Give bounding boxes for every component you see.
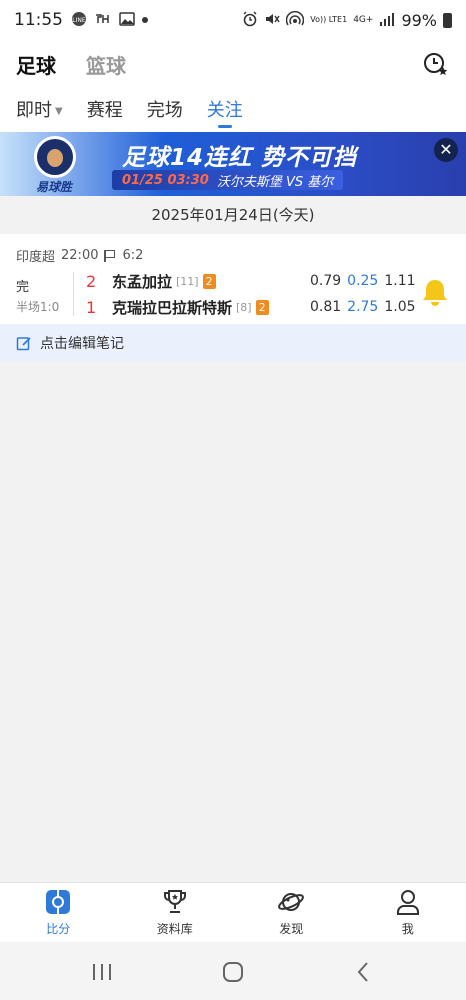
home-team-row: 2 东孟加拉 [11] 2 xyxy=(86,270,216,292)
tab-schedule[interactable]: 赛程 xyxy=(87,96,123,130)
sport-tab-football[interactable]: 足球 xyxy=(16,50,56,79)
away-team-row: 1 克瑞拉巴拉斯特斯 [8] 2 xyxy=(86,296,269,318)
match-card[interactable]: 印度超 22:00 6:2 完 半场1:0 2 东孟加拉 [11] 2 1 克瑞… xyxy=(0,234,466,324)
nav-database-label: 资料库 xyxy=(156,922,193,936)
tab-finished[interactable]: 完场 xyxy=(147,96,183,130)
gallery-icon xyxy=(119,11,135,30)
halftime-score: 半场1:0 xyxy=(16,300,60,314)
away-score: 1 xyxy=(86,297,97,317)
home-odds-2: 1.11 xyxy=(384,273,416,289)
nav-discover-label: 发现 xyxy=(279,922,304,936)
status-right: Vo)) LTE1 4G+ 99% xyxy=(242,10,452,30)
dot-icon xyxy=(142,17,148,23)
bottom-nav: 比分 资料库 发现 我 xyxy=(0,882,466,942)
away-card-badge: 2 xyxy=(255,299,269,315)
promo-banner[interactable]: 易球胜 足球14连红 势不可挡 01/25 03:30 沃尔夫斯堡 VS 基尔 … xyxy=(0,132,466,196)
sport-tab-basketball[interactable]: 篮球 xyxy=(86,50,126,79)
tab-live-label: 即时 xyxy=(16,100,52,121)
planet-icon xyxy=(278,893,305,911)
status-time: 11:55 xyxy=(14,10,63,30)
profile-icon xyxy=(396,890,419,915)
tab-live[interactable]: 即时 ▼ xyxy=(16,96,63,130)
match-tabs: 即时 ▼ 赛程 完场 关注 xyxy=(0,88,466,132)
nav-discover[interactable]: 发现 xyxy=(233,883,350,942)
svg-text:LINE: LINE xyxy=(72,17,86,24)
volte-icon: Vo)) LTE1 xyxy=(310,15,348,24)
away-odds-2: 1.05 xyxy=(384,299,416,315)
banner-avatar xyxy=(34,136,76,178)
4g-icon: 4G+ xyxy=(353,15,374,25)
home-score: 2 xyxy=(86,271,97,291)
date-header: 2025年01月24日(今天) xyxy=(0,196,466,234)
line-icon: LINE xyxy=(71,11,87,30)
nav-me[interactable]: 我 xyxy=(350,883,466,942)
bell-icon[interactable] xyxy=(418,276,452,310)
signal-icon xyxy=(379,12,395,29)
home-team-rank: [11] xyxy=(176,274,199,288)
divider xyxy=(73,272,74,316)
away-team-name: 克瑞拉巴拉斯特斯 xyxy=(112,298,233,317)
league-name: 印度超 xyxy=(16,250,56,265)
banner-subline: 01/25 03:30 沃尔夫斯堡 VS 基尔 xyxy=(112,170,344,190)
recent-apps-icon[interactable] xyxy=(90,960,114,984)
score-icon xyxy=(46,890,71,914)
home-odds-1: 0.79 xyxy=(310,273,342,289)
away-team-rank: [8] xyxy=(236,300,252,314)
system-nav-bar xyxy=(0,942,466,1000)
away-odds-1: 0.81 xyxy=(310,299,342,315)
match-meta: 印度超 22:00 6:2 xyxy=(16,246,143,265)
match-status: 完 xyxy=(16,280,30,295)
corner-flag-icon xyxy=(104,249,116,262)
nav-me-label: 我 xyxy=(401,922,414,936)
edit-icon xyxy=(16,335,32,351)
banner-close-icon[interactable]: ✕ xyxy=(434,138,458,162)
home-team-name: 东孟加拉 xyxy=(112,272,173,291)
banner-teams: 沃尔夫斯堡 VS 基尔 xyxy=(216,174,334,190)
hotspot-icon xyxy=(286,10,305,30)
status-bar: 11:55 LINE Vo)) LTE1 4G+ 99% xyxy=(0,0,466,40)
corner-count: 6:2 xyxy=(122,248,144,263)
edit-note-label: 点击编辑笔记 xyxy=(40,336,124,352)
home-icon[interactable] xyxy=(221,960,245,984)
app-header: 足球 篮球 xyxy=(0,40,466,88)
away-odds-total: 2.75 xyxy=(347,299,379,315)
edit-note-row[interactable]: 点击编辑笔记 xyxy=(0,324,466,362)
alarm-icon xyxy=(242,11,258,30)
battery-percent: 99% xyxy=(401,10,437,30)
banner-headline: 足球14连红 势不可挡 xyxy=(122,145,358,171)
home-card-badge: 2 xyxy=(202,273,216,289)
mute-icon xyxy=(264,11,280,30)
home-odds: 0.79 0.25 1.11 xyxy=(310,270,416,292)
home-odds-handicap: 0.25 xyxy=(347,273,379,289)
match-time: 22:00 xyxy=(61,248,99,263)
nav-database[interactable]: 资料库 xyxy=(117,883,234,942)
history-clock-icon[interactable] xyxy=(422,50,450,78)
back-icon[interactable] xyxy=(352,960,376,984)
banner-date: 01/25 03:30 xyxy=(122,172,209,188)
battery-icon xyxy=(443,12,452,28)
trophy-icon xyxy=(163,890,186,913)
banner-brand: 易球胜 xyxy=(36,180,73,194)
kakao-icon xyxy=(94,12,112,29)
nav-score[interactable]: 比分 xyxy=(0,883,117,942)
caret-down-icon: ▼ xyxy=(55,105,63,117)
away-odds: 0.81 2.75 1.05 xyxy=(310,296,416,318)
tab-following[interactable]: 关注 xyxy=(207,96,243,130)
nav-score-label: 比分 xyxy=(46,922,71,936)
